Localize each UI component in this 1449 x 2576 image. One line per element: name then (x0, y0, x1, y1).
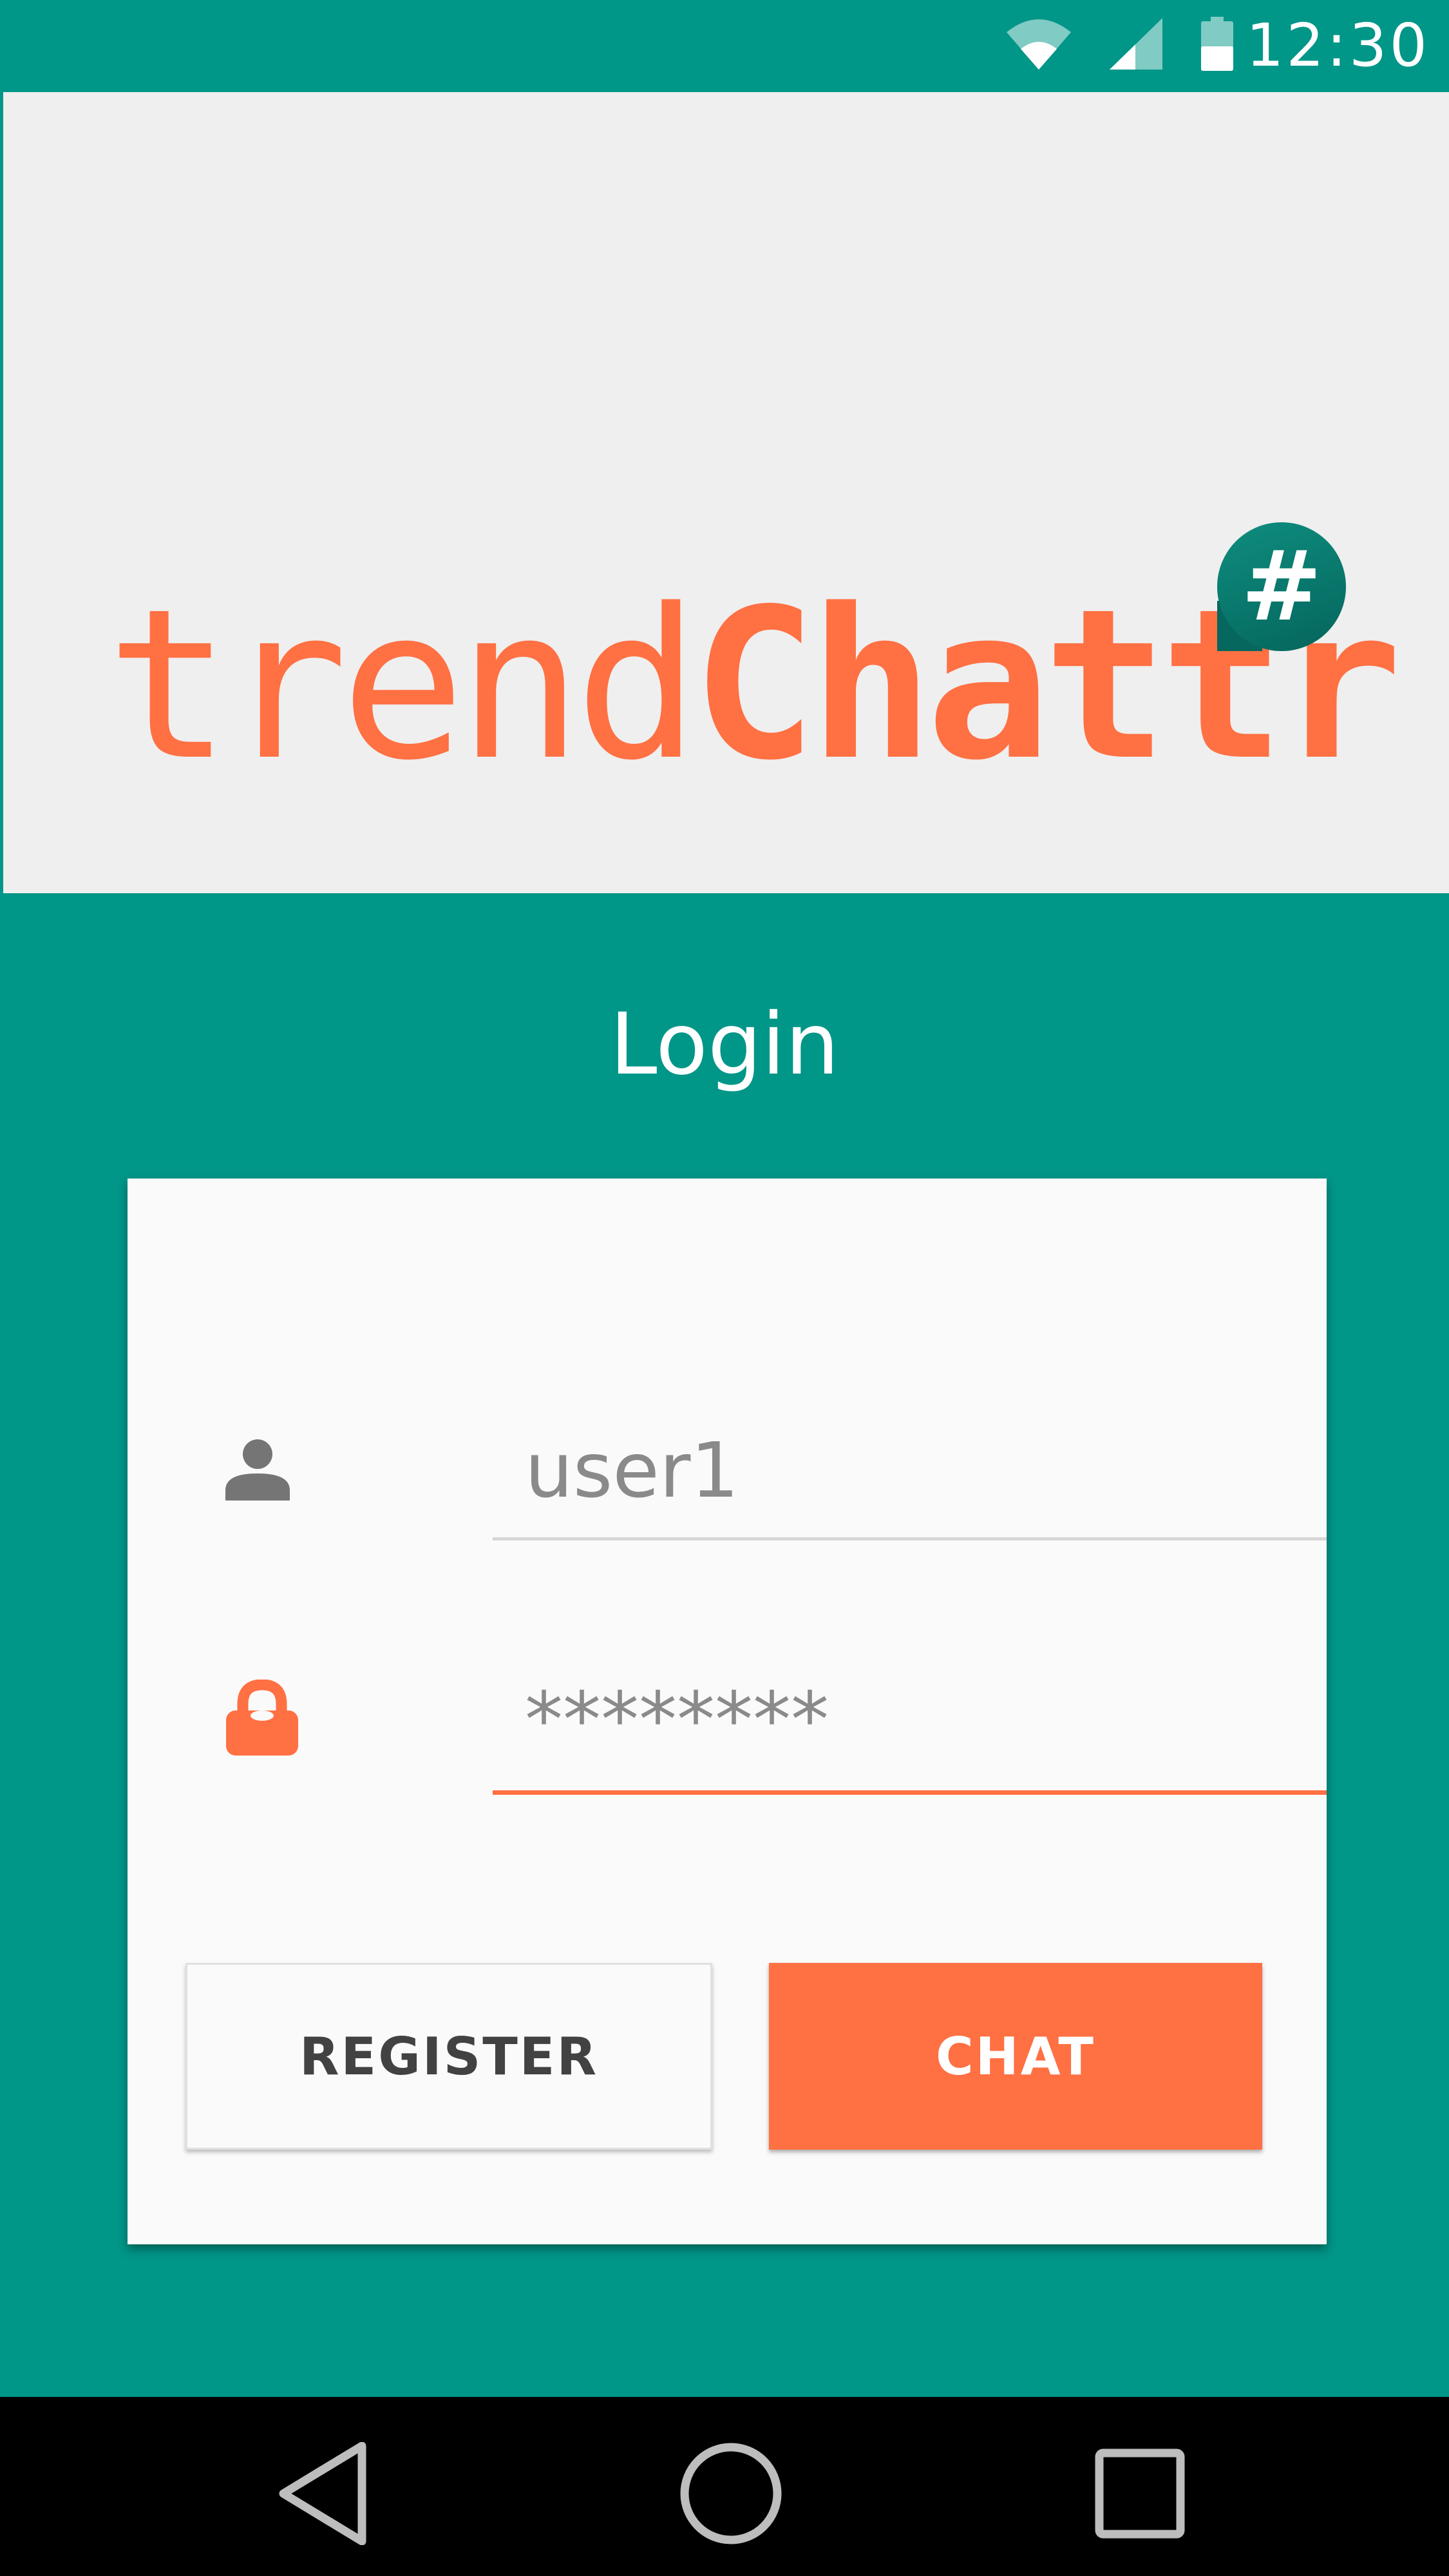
lock-icon (226, 1679, 298, 1759)
logo-area: trendChattr # (3, 92, 1449, 893)
login-card: REGISTER CHAT (128, 1179, 1359, 2244)
battery-icon (1200, 16, 1233, 74)
username-underline (493, 1537, 1327, 1540)
person-icon (225, 1436, 290, 1504)
status-icons: 12:30 (1006, 10, 1430, 80)
wifi-icon (1006, 18, 1071, 73)
hashtag-badge-icon: # (1217, 522, 1346, 651)
navigation-bar (0, 2397, 1449, 2576)
back-icon[interactable] (277, 2441, 367, 2548)
password-underline (493, 1790, 1327, 1795)
cellular-signal-icon (1109, 17, 1162, 73)
recents-icon[interactable] (1095, 2448, 1185, 2542)
password-input[interactable] (493, 1671, 1359, 1768)
chat-button[interactable]: CHAT (769, 1963, 1262, 2150)
username-input[interactable] (493, 1422, 1359, 1519)
login-title: Login (609, 995, 840, 1094)
app-logo: trendChattr (106, 582, 1402, 789)
register-button[interactable]: REGISTER (185, 1963, 712, 2150)
logo-text-trend: trend (106, 564, 699, 806)
home-icon[interactable] (679, 2442, 782, 2548)
status-time: 12:30 (1245, 10, 1430, 80)
status-bar: 12:30 (0, 0, 1449, 92)
